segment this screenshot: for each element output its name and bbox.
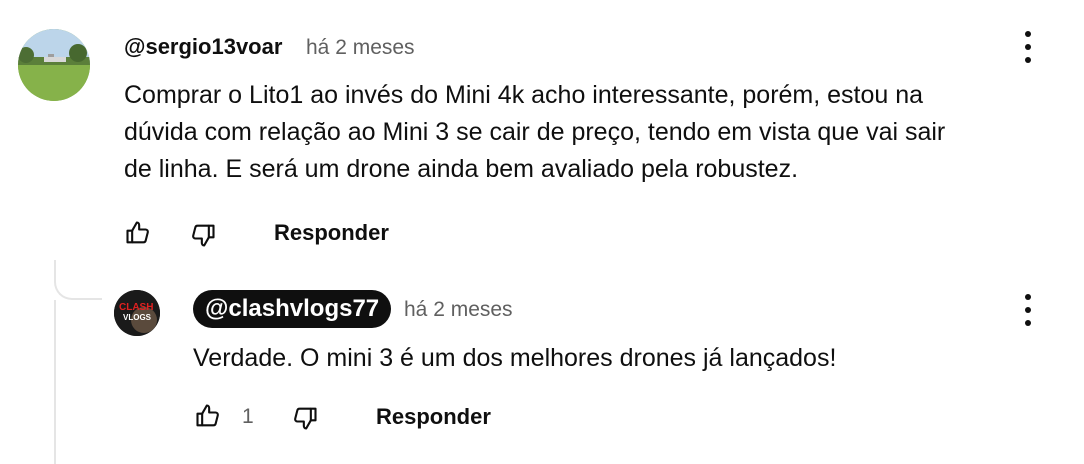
avatar-text-bottom: VLOGS (123, 313, 152, 322)
comment-text: Comprar o Lito1 ao invés do Mini 4k acho… (124, 81, 946, 183)
reply-avatar[interactable]: CLASH VLOGS (114, 290, 160, 336)
thumbs-up-icon (196, 404, 219, 427)
more-vertical-icon-dot (1025, 57, 1031, 63)
reply-avatar-image: CLASH VLOGS (114, 290, 160, 336)
more-vertical-icon (1025, 31, 1031, 37)
avatar[interactable] (18, 29, 90, 101)
more-vertical-icon-dot (1025, 320, 1031, 326)
thumbs-down-icon (192, 224, 215, 247)
like-count: 1 (242, 405, 254, 428)
reply-text: Verdade. O mini 3 é um dos melhores dron… (193, 344, 837, 372)
dislike-button[interactable] (185, 217, 221, 253)
avatar-photo (18, 29, 90, 101)
thread-connector (54, 260, 102, 300)
comment-author[interactable]: @sergio13voar (124, 34, 282, 60)
thumbs-up-icon (126, 221, 149, 244)
more-vertical-icon-dot (1025, 44, 1031, 50)
reply-author-chip[interactable]: @clashvlogs77 (193, 290, 392, 328)
like-button[interactable] (120, 215, 156, 251)
thread-connector-line (54, 300, 56, 464)
comment-menu-button[interactable] (1018, 27, 1038, 67)
comment-timestamp[interactable]: há 2 meses (306, 35, 415, 61)
thumbs-down-icon (294, 407, 317, 430)
more-vertical-icon (1025, 294, 1031, 300)
reply-timestamp[interactable]: há 2 meses (404, 297, 513, 323)
reply-button[interactable]: Responder (274, 220, 389, 246)
more-vertical-icon-dot (1025, 307, 1031, 313)
reply-dislike-button[interactable] (287, 400, 323, 436)
reply-like-button[interactable] (190, 398, 226, 434)
reply-reply-button[interactable]: Responder (376, 404, 491, 430)
avatar-text-top: CLASH (119, 302, 153, 313)
reply-menu-button[interactable] (1018, 290, 1038, 330)
